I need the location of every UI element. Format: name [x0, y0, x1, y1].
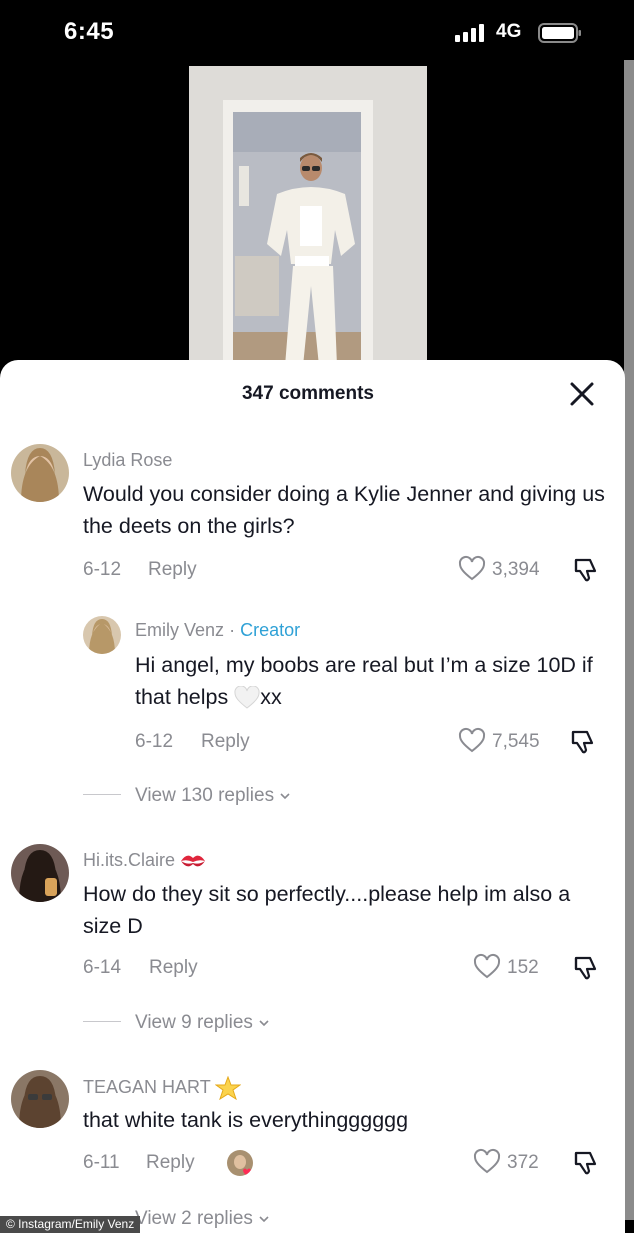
scroll-edge: [624, 60, 634, 1220]
comment-text: Hi angel, my boobs are real but I’m a si…: [135, 649, 615, 713]
comment-text: How do they sit so perfectly....please h…: [83, 882, 571, 938]
comment-username[interactable]: Lydia Rose: [83, 450, 172, 471]
like-count: 3,394: [492, 559, 540, 580]
reply-button[interactable]: Reply: [148, 559, 197, 581]
view-replies-label: View 9 replies: [135, 1012, 253, 1033]
like-button[interactable]: 372: [473, 1148, 563, 1178]
heart-icon: [473, 1148, 501, 1174]
close-icon[interactable]: [566, 378, 598, 410]
heart-icon: [458, 727, 486, 753]
reply-button[interactable]: Reply: [149, 957, 198, 979]
avatar[interactable]: [11, 444, 69, 502]
comment-date: 6-14: [83, 957, 122, 978]
dislike-icon[interactable]: [569, 728, 597, 756]
like-count: 7,545: [492, 731, 540, 752]
creator-name: Emily Venz: [135, 620, 225, 640]
comment-date: 6-12: [135, 731, 174, 752]
like-button[interactable]: 152: [473, 953, 563, 983]
liked-by-creator-avatar: [227, 1150, 253, 1176]
video-preview[interactable]: [189, 66, 427, 366]
dislike-icon[interactable]: [572, 954, 600, 982]
comment-date: 6-12: [83, 559, 122, 580]
username-text: Hi.its.Claire: [83, 850, 176, 870]
comment-item: Hi.its.Claire How do they sit so perfect…: [0, 838, 625, 1038]
creator-badge: Creator: [240, 620, 301, 640]
comment-date: 6-11: [83, 1152, 120, 1173]
status-time: 6:45: [64, 18, 115, 45]
username-text: TEAGAN HART: [83, 1076, 211, 1097]
name-separator: ·: [229, 620, 236, 640]
white-heart-emoji: [234, 686, 260, 709]
view-replies-label: View 2 replies: [135, 1208, 253, 1229]
avatar[interactable]: [83, 616, 121, 654]
comment-item: Lydia Rose Would you consider doing a Ky…: [0, 438, 625, 598]
comment-text: Would you consider doing a Kylie Jenner …: [83, 482, 605, 538]
replies-divider: [83, 1021, 121, 1022]
view-replies-button[interactable]: View 9 replies: [135, 1012, 270, 1034]
avatar[interactable]: [11, 844, 69, 902]
comment-username[interactable]: Hi.its.Claire: [83, 850, 206, 871]
signal-icon: [455, 24, 484, 42]
view-replies-label: View 130 replies: [135, 785, 275, 806]
reply-button[interactable]: Reply: [146, 1152, 195, 1174]
like-count: 152: [507, 957, 539, 978]
comment-text-body: Hi angel, my boobs are real but I’m a si…: [135, 653, 593, 709]
like-button[interactable]: 7,545: [458, 727, 558, 757]
dislike-icon[interactable]: [572, 556, 600, 584]
chevron-down-icon: [259, 1020, 269, 1027]
battery-icon: [538, 23, 581, 43]
comment-text: that white tank is everythingggggg: [83, 1108, 409, 1132]
comment-text-suffix: xx: [260, 685, 282, 709]
replies-divider: [83, 794, 121, 795]
comment-item: TEAGAN HART that white tank is everythin…: [0, 1064, 625, 1233]
network-label: 4G: [496, 21, 522, 42]
like-button[interactable]: 3,394: [458, 555, 558, 585]
reply-button[interactable]: Reply: [201, 731, 250, 753]
status-bar: 6:45 4G: [0, 0, 634, 66]
dislike-icon[interactable]: [572, 1149, 600, 1177]
comment-username[interactable]: TEAGAN HART: [83, 1075, 242, 1101]
chevron-down-icon: [280, 793, 290, 800]
photo-credit: © Instagram/Emily Venz: [0, 1216, 141, 1233]
like-count: 372: [507, 1152, 539, 1173]
heart-icon: [473, 953, 501, 979]
star-emoji: [214, 1075, 242, 1101]
video-frame-image: [189, 66, 427, 366]
comment-item: Emily Venz · Creator Hi angel, my boobs …: [0, 612, 625, 812]
chevron-down-icon: [259, 1216, 269, 1223]
view-replies-button[interactable]: View 130 replies: [135, 785, 291, 807]
avatar[interactable]: [11, 1070, 69, 1128]
comment-username[interactable]: Emily Venz · Creator: [135, 620, 300, 641]
comments-count-title: 347 comments: [241, 383, 374, 404]
comments-sheet: 347 comments Lydia Rose Would you consid…: [0, 360, 625, 1233]
kiss-emoji: [181, 855, 206, 867]
view-replies-button[interactable]: View 2 replies: [135, 1208, 270, 1230]
heart-icon: [458, 555, 486, 581]
